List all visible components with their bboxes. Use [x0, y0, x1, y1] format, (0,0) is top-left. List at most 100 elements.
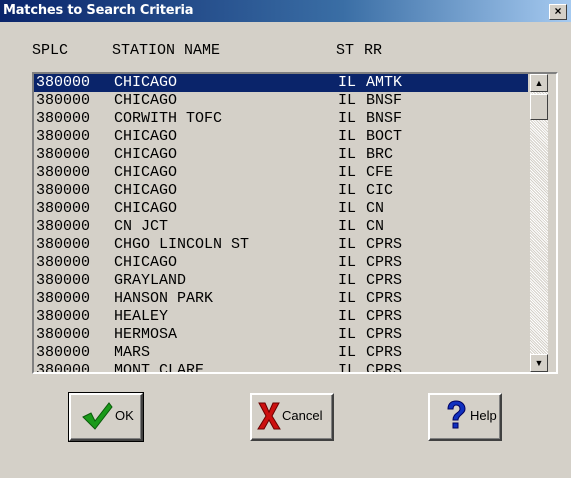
table-row[interactable]: 380000 CHICAGO IL CPRS — [34, 254, 528, 272]
state-cell: IL — [338, 326, 357, 343]
railroad-cell: CIC — [366, 182, 394, 199]
splc-cell: 380000 — [36, 218, 91, 235]
table-row[interactable]: 380000 CHICAGO IL CIC — [34, 182, 528, 200]
splc-cell: 380000 — [36, 362, 91, 374]
table-row[interactable]: 380000 CORWITH TOFC IL BNSF — [34, 110, 528, 128]
station-name-cell: CHICAGO — [114, 254, 178, 271]
station-name-cell: MONT CLARE — [114, 362, 205, 374]
state-cell: IL — [338, 236, 357, 253]
splc-cell: 380000 — [36, 74, 91, 91]
vertical-scrollbar[interactable]: ▲ ▼ — [530, 74, 548, 372]
table-row[interactable]: 380000 MONT CLARE IL CPRS — [34, 362, 528, 374]
railroad-cell: AMTK — [366, 74, 403, 91]
railroad-cell: CPRS — [366, 344, 403, 361]
railroad-cell: CPRS — [366, 362, 403, 374]
ok-button[interactable]: OK — [68, 392, 144, 442]
window-title: Matches to Search Criteria — [3, 3, 194, 18]
station-name-cell: HANSON PARK — [114, 290, 214, 307]
table-row[interactable]: 380000 HANSON PARK IL CPRS — [34, 290, 528, 308]
state-cell: IL — [338, 362, 357, 374]
column-header-station-name: STATION NAME — [112, 42, 221, 59]
splc-cell: 380000 — [36, 254, 91, 271]
splc-cell: 380000 — [36, 308, 91, 325]
red-x-icon — [257, 402, 281, 430]
results-listbox[interactable]: 380000 CHICAGO IL AMTK 380000 CHICAGO IL BNSF 38… — [32, 72, 558, 374]
cancel-button[interactable]: Cancel — [250, 393, 334, 441]
column-header-splc: SPLC — [32, 42, 69, 59]
splc-cell: 380000 — [36, 92, 91, 109]
railroad-cell: BNSF — [366, 92, 403, 109]
scroll-up-button[interactable]: ▲ — [530, 74, 548, 92]
title-bar: Matches to Search Criteria × — [0, 0, 571, 22]
splc-cell: 380000 — [36, 326, 91, 343]
state-cell: IL — [338, 218, 357, 235]
state-cell: IL — [338, 92, 357, 109]
station-name-cell: CHICAGO — [114, 200, 178, 217]
column-header-state: ST — [336, 42, 355, 59]
table-row[interactable]: 380000 MARS IL CPRS — [34, 344, 528, 362]
state-cell: IL — [338, 146, 357, 163]
table-row[interactable]: 380000 CHICAGO IL BNSF — [34, 92, 528, 110]
checkmark-icon — [82, 402, 113, 430]
station-name-cell: CORWITH TOFC — [114, 110, 223, 127]
help-button-label: Help — [470, 408, 497, 423]
state-cell: IL — [338, 290, 357, 307]
splc-cell: 380000 — [36, 110, 91, 127]
splc-cell: 380000 — [36, 146, 91, 163]
state-cell: IL — [338, 272, 357, 289]
splc-cell: 380000 — [36, 164, 91, 181]
table-row[interactable]: 380000 GRAYLAND IL CPRS — [34, 272, 528, 290]
railroad-cell: CPRS — [366, 290, 403, 307]
cancel-button-label: Cancel — [282, 408, 323, 423]
state-cell: IL — [338, 74, 357, 91]
state-cell: IL — [338, 110, 357, 127]
splc-cell: 380000 — [36, 182, 91, 199]
state-cell: IL — [338, 344, 357, 361]
table-row[interactable]: 380000 CN JCT IL CN — [34, 218, 528, 236]
railroad-cell: CPRS — [366, 254, 403, 271]
table-row[interactable]: 380000 CHICAGO IL BOCT — [34, 128, 528, 146]
splc-cell: 380000 — [36, 272, 91, 289]
station-name-cell: CHICAGO — [114, 128, 178, 145]
table-row[interactable]: 380000 HERMOSA IL CPRS — [34, 326, 528, 344]
station-name-cell: CHICAGO — [114, 146, 178, 163]
table-row[interactable]: 380000 CHICAGO IL AMTK — [34, 74, 528, 92]
table-row[interactable]: 380000 CHICAGO IL CFE — [34, 164, 528, 182]
station-name-cell: CHGO LINCOLN ST — [114, 236, 250, 253]
state-cell: IL — [338, 128, 357, 145]
column-header-railroad: RR — [364, 42, 383, 59]
question-mark-icon — [447, 400, 466, 429]
table-row[interactable]: 380000 CHGO LINCOLN ST IL CPRS — [34, 236, 528, 254]
splc-cell: 380000 — [36, 128, 91, 145]
table-row[interactable]: 380000 CHICAGO IL CN — [34, 200, 528, 218]
railroad-cell: CFE — [366, 164, 394, 181]
table-row[interactable]: 380000 HEALEY IL CPRS — [34, 308, 528, 326]
table-row[interactable]: 380000 CHICAGO IL BRC — [34, 146, 528, 164]
results-list: 380000 CHICAGO IL AMTK 380000 CHICAGO IL BNSF 38… — [34, 74, 528, 374]
station-name-cell: HEALEY — [114, 308, 169, 325]
state-cell: IL — [338, 308, 357, 325]
railroad-cell: BNSF — [366, 110, 403, 127]
state-cell: IL — [338, 164, 357, 181]
splc-cell: 380000 — [36, 344, 91, 361]
station-name-cell: CHICAGO — [114, 164, 178, 181]
railroad-cell: CPRS — [366, 326, 403, 343]
state-cell: IL — [338, 254, 357, 271]
station-name-cell: MARS — [114, 344, 151, 361]
ok-button-label: OK — [115, 408, 134, 423]
scroll-thumb[interactable] — [530, 94, 548, 120]
railroad-cell: CN — [366, 200, 385, 217]
splc-cell: 380000 — [36, 290, 91, 307]
station-name-cell: CHICAGO — [114, 182, 178, 199]
railroad-cell: CPRS — [366, 308, 403, 325]
help-button[interactable]: Help — [428, 393, 502, 441]
state-cell: IL — [338, 182, 357, 199]
railroad-cell: CPRS — [366, 272, 403, 289]
scroll-down-button[interactable]: ▼ — [530, 354, 548, 372]
close-button[interactable]: × — [549, 4, 567, 20]
railroad-cell: BRC — [366, 146, 394, 163]
splc-cell: 380000 — [36, 200, 91, 217]
state-cell: IL — [338, 200, 357, 217]
railroad-cell: CPRS — [366, 236, 403, 253]
station-name-cell: CN JCT — [114, 218, 169, 235]
